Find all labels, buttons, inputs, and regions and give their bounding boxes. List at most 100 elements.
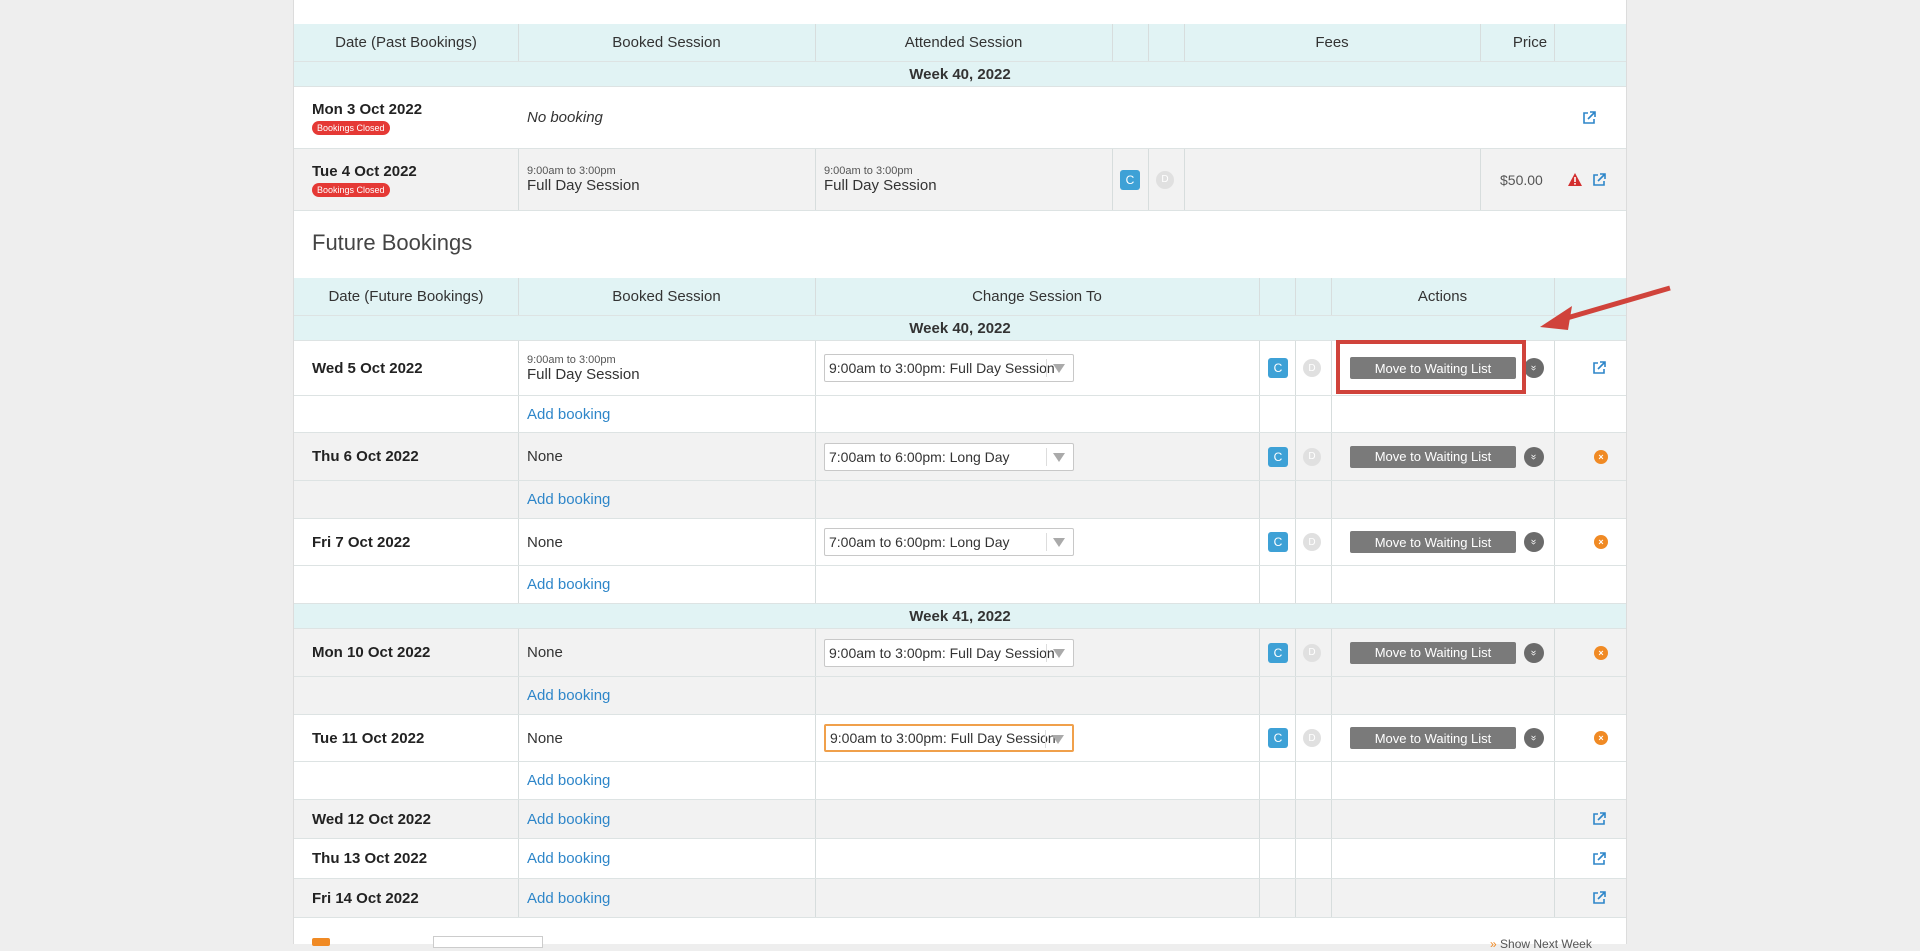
bookings-closed-badge: Bookings Closed — [312, 182, 390, 197]
double-chevron-down-icon[interactable]: » — [1524, 358, 1544, 378]
row-date: Mon 3 Oct 2022 — [312, 100, 423, 118]
col-fees: Fees — [1315, 34, 1349, 51]
d-button[interactable]: D — [1303, 729, 1321, 747]
add-booking-link[interactable]: Add booking — [527, 406, 610, 423]
double-chevron-down-icon[interactable]: » — [1524, 642, 1544, 663]
booked-session: None — [527, 729, 563, 747]
external-link-icon[interactable] — [1592, 149, 1606, 210]
booked-time: 9:00am to 3:00pm — [527, 165, 616, 177]
add-booking-row: Add booking — [294, 762, 1626, 800]
highlight-box — [1336, 340, 1526, 394]
show-next-week-link[interactable]: » Show Next Week — [1490, 937, 1592, 951]
chevron-down-icon — [1053, 648, 1065, 658]
booked-session: None — [527, 644, 563, 661]
select-value: 9:00am to 3:00pm: Full Day Session — [829, 360, 1055, 376]
footer-select[interactable] — [433, 936, 543, 948]
select-value: 9:00am to 3:00pm: Full Day Session — [829, 644, 1055, 661]
move-to-waiting-list-button[interactable]: Move to Waiting List — [1350, 531, 1516, 553]
col-booked: Booked Session — [612, 288, 721, 305]
future-row: Tue 11 Oct 2022 None 9:00am to 3:00pm: Ful… — [294, 715, 1626, 762]
booked-session: None — [527, 533, 563, 551]
change-session-select[interactable]: 9:00am to 3:00pm: Full Day Session — [824, 354, 1074, 382]
external-link-icon[interactable] — [1592, 839, 1606, 878]
d-button[interactable]: D — [1303, 643, 1321, 662]
add-booking-link[interactable]: Add booking — [527, 772, 610, 789]
add-booking-link[interactable]: Add booking — [527, 576, 610, 593]
double-chevron-down-icon[interactable]: » — [1524, 532, 1544, 552]
chevron-down-icon — [1053, 538, 1065, 547]
external-link-icon[interactable] — [1582, 87, 1596, 148]
future-row: Fri 14 Oct 2022 Add booking — [294, 879, 1626, 918]
move-to-waiting-list-button[interactable]: Move to Waiting List — [1350, 727, 1516, 749]
double-chevron-down-icon[interactable]: » — [1524, 446, 1544, 467]
warning-icon — [1568, 149, 1582, 210]
row-date: Thu 13 Oct 2022 — [312, 850, 428, 867]
chevron-down-icon — [1053, 452, 1065, 462]
bookings-closed-badge: Bookings Closed — [312, 120, 390, 135]
c-button[interactable]: C — [1120, 169, 1140, 190]
change-session-select[interactable]: 9:00am to 3:00pm: Full Day Session — [824, 638, 1074, 667]
external-link-icon[interactable] — [1592, 879, 1606, 917]
row-date: Fri 7 Oct 2022 — [312, 533, 411, 551]
add-booking-link[interactable]: Add booking — [527, 890, 610, 907]
remove-icon[interactable]: × — [1594, 535, 1608, 549]
d-button[interactable]: D — [1303, 533, 1321, 551]
add-booking-row: Add booking — [294, 396, 1626, 433]
price-value: $50.00 — [1500, 171, 1543, 188]
d-button[interactable]: D — [1303, 447, 1321, 466]
c-button[interactable]: C — [1268, 728, 1288, 748]
future-row: Wed 12 Oct 2022 Add booking — [294, 800, 1626, 839]
footer-checkbox[interactable] — [312, 938, 330, 946]
change-session-select[interactable]: 7:00am to 6:00pm: Long Day — [824, 528, 1074, 556]
col-price: Price — [1512, 34, 1548, 51]
booked-session: None — [527, 448, 563, 465]
row-date: Wed 5 Oct 2022 — [312, 359, 423, 377]
d-button[interactable]: D — [1303, 359, 1321, 377]
future-header-row: Date (Future Bookings) Booked Session Ch… — [294, 278, 1626, 316]
c-button[interactable]: C — [1268, 642, 1288, 663]
future-row: Thu 6 Oct 2022 None 7:00am to 6:00pm: Long… — [294, 433, 1626, 481]
double-chevron-down-icon[interactable]: » — [1524, 728, 1544, 748]
future-row: Fri 7 Oct 2022 None 7:00am to 6:00pm: Long… — [294, 519, 1626, 566]
add-booking-row: Add booking — [294, 481, 1626, 519]
external-link-icon[interactable] — [1592, 341, 1606, 395]
row-date: Wed 12 Oct 2022 — [312, 810, 431, 828]
c-button[interactable]: C — [1268, 532, 1288, 552]
row-date: Mon 10 Oct 2022 — [312, 644, 431, 661]
booked-time: 9:00am to 3:00pm — [527, 353, 616, 366]
chevron-down-icon — [1053, 364, 1065, 373]
add-booking-link[interactable]: Add booking — [527, 491, 610, 508]
move-to-waiting-list-button[interactable]: Move to Waiting List — [1350, 445, 1516, 468]
select-value: 7:00am to 6:00pm: Long Day — [829, 534, 1010, 550]
col-date-past: Date (Past Bookings) — [335, 34, 477, 51]
col-actions: Actions — [1417, 288, 1468, 305]
past-row: Tue 4 Oct 2022 Bookings Closed 9:00am to… — [294, 149, 1626, 211]
select-value: 7:00am to 6:00pm: Long Day — [829, 448, 1010, 465]
move-to-waiting-list-button[interactable]: Move to Waiting List — [1350, 641, 1516, 664]
row-date: Thu 6 Oct 2022 — [312, 448, 419, 465]
c-button[interactable]: C — [1268, 358, 1288, 378]
chevron-down-icon — [1052, 735, 1064, 744]
d-button[interactable]: D — [1156, 170, 1174, 189]
past-row: Mon 3 Oct 2022 Bookings Closed No bookin… — [294, 87, 1626, 149]
add-booking-link[interactable]: Add booking — [527, 687, 610, 704]
col-attended: Attended Session — [904, 34, 1023, 51]
week-row: Week 40, 2022 — [294, 316, 1626, 341]
bookings-panel: Date (Past Bookings) Booked Session Atte… — [293, 0, 1627, 944]
add-booking-link[interactable]: Add booking — [527, 811, 610, 828]
c-button[interactable]: C — [1268, 446, 1288, 467]
remove-icon[interactable]: × — [1594, 645, 1608, 660]
week-row: Week 41, 2022 — [294, 604, 1626, 629]
future-row: Thu 13 Oct 2022 Add booking — [294, 839, 1626, 879]
remove-icon[interactable]: × — [1594, 731, 1608, 745]
row-date: Tue 4 Oct 2022 — [312, 162, 417, 180]
change-session-select[interactable]: 7:00am to 6:00pm: Long Day — [824, 442, 1074, 471]
col-booked: Booked Session — [612, 34, 721, 51]
external-link-icon[interactable] — [1592, 800, 1606, 838]
past-header-row: Date (Past Bookings) Booked Session Atte… — [294, 24, 1626, 62]
add-booking-link[interactable]: Add booking — [527, 850, 610, 867]
remove-icon[interactable]: × — [1594, 449, 1608, 464]
future-row: Mon 10 Oct 2022 None 9:00am to 3:00pm: Ful… — [294, 629, 1626, 677]
change-session-select[interactable]: 9:00am to 3:00pm: Full Day Session — [824, 724, 1074, 752]
annotation-arrow — [1540, 285, 1671, 330]
